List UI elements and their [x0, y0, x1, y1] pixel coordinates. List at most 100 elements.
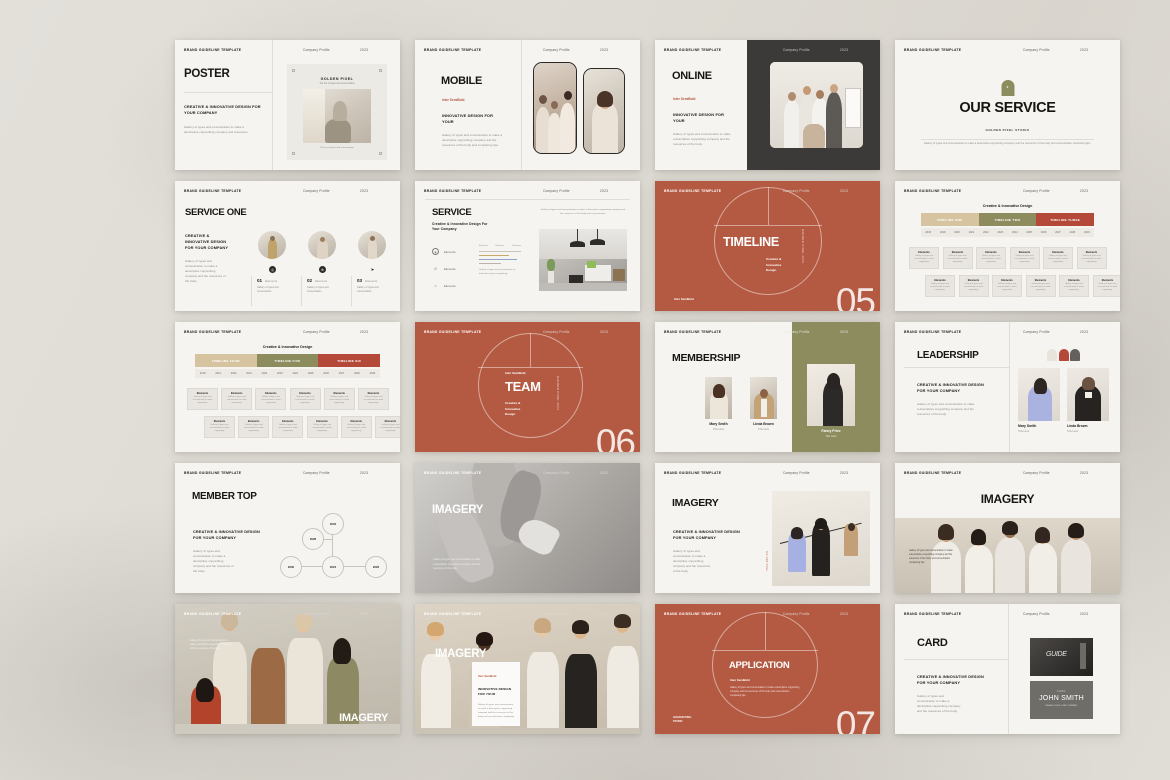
poster-image [303, 89, 371, 143]
member-card[interactable]: Linda Brown Title Here [750, 377, 777, 431]
slide-timeline[interactable]: BRAND GUIDELINE TEMPLATE Company Profile… [655, 181, 880, 311]
timeline-year: 2026 [323, 372, 329, 375]
leader-role: Title Here [1018, 429, 1030, 433]
accent-label: Inter SemiBold [442, 98, 465, 102]
company-label: Company Profile [303, 612, 330, 616]
timeline-card-row-bottom: Elements Gallery of types and concentrati… [204, 416, 400, 438]
slide-timeline-table-one[interactable]: BRAND GUIDELINE TEMPLATE Company Profile… [895, 181, 1120, 311]
page-title: POSTER [184, 68, 230, 80]
slide-header: BRAND GUIDELINE TEMPLATE Company Profile… [664, 47, 871, 55]
brand-label: BRAND GUIDELINE TEMPLATE [424, 330, 482, 334]
year-label: 2023 [840, 330, 849, 334]
slide-header: BRAND GUIDELINE TEMPLATE Company Profile… [184, 470, 391, 478]
slide-service-one[interactable]: BRAND GUIDELINE TEMPLATE Company Profile… [175, 181, 400, 311]
background-photo [415, 604, 640, 734]
card-title: Elements [316, 419, 328, 423]
background-photo [415, 463, 640, 593]
divider-horizontal [425, 199, 630, 200]
vertical-label: GOLDEN PIXEL 2023 [801, 229, 806, 264]
brand-label: BRAND GUIDELINE TEMPLATE [184, 189, 242, 193]
company-label: Company Profile [303, 189, 330, 193]
timeline-card-row-top: Elements Gallery of types and concentrati… [187, 388, 389, 410]
timeline-year: 2018 [199, 372, 206, 375]
slide-imagery-full[interactable]: BRAND GUIDELINE TEMPLATE Company Profile… [415, 463, 640, 593]
tree-node[interactable]: 2028 [302, 528, 324, 550]
slide-team[interactable]: BRAND GUIDELINE TEMPLATE Company Profile… [415, 322, 640, 452]
slide-imagery-group[interactable]: BRAND GUIDELINE TEMPLATE Company Profile… [175, 604, 400, 734]
slide-body-text: Gallery of types and concentration to ma… [185, 259, 226, 284]
slide-mobile[interactable]: BRAND GUIDELINE TEMPLATE Company Profile… [415, 40, 640, 170]
slide-timeline-table-two[interactable]: BRAND GUIDELINE TEMPLATE Company Profile… [175, 322, 400, 452]
timeline-band[interactable]: TIMELINE SIX [318, 354, 381, 367]
divider-horizontal [904, 659, 1008, 660]
service-row[interactable]: ◈ Elements [432, 248, 456, 255]
service-row[interactable]: ☺ Elements [432, 265, 455, 272]
brand-label: BRAND GUIDELINE TEMPLATE [904, 189, 962, 193]
slide-our-service[interactable]: BRAND GUIDELINE TEMPLATE Company Profile… [895, 40, 1120, 170]
brand-label: BRAND GUIDELINE TEMPLATE [424, 189, 482, 193]
card-title: Elements [282, 419, 294, 423]
leader-card[interactable]: Linda Brown Title Here [1067, 368, 1109, 433]
tree-node[interactable]: 2023 [322, 513, 344, 535]
slide-header: BRAND GUIDELINE TEMPLATE Company Profile… [904, 47, 1111, 55]
service-row[interactable]: ○ Elements [432, 282, 455, 289]
tree-node[interactable]: 2030 [280, 556, 302, 578]
service-caption: Gallery of types and concentration to ma… [540, 209, 626, 215]
timeline-year: 2021 [968, 231, 975, 234]
company-label: Company Profile [783, 471, 810, 475]
brand-label: BRAND GUIDELINE TEMPLATE [184, 612, 242, 616]
imagery-photo [772, 491, 870, 586]
poster-artwork-card: GOLDEN PIXEL The fun of types and concen… [287, 64, 387, 160]
member-role: Title Here [757, 427, 770, 431]
member-card[interactable]: Mary Smith Title Here [705, 377, 732, 431]
page-title: SERVICE ONE [185, 207, 247, 218]
stat-bar [479, 259, 517, 260]
slide-application[interactable]: BRAND GUIDELINE TEMPLATE Company Profile… [655, 604, 880, 734]
leader-photo [1067, 368, 1109, 421]
timeline-band[interactable]: TIMELINE TWO [978, 213, 1037, 226]
slide-imagery-split[interactable]: BRAND GUIDELINE TEMPLATE Company Profile… [655, 463, 880, 593]
timeline-year: 2021 [246, 372, 252, 375]
year-label: 2023 [600, 612, 609, 616]
card-body: Gallery of types and concentration to ma… [1030, 283, 1051, 292]
slide-subheading: CREATIVE & INNOVATIVE DESIGN FOR YOUR CO… [673, 529, 740, 541]
member-card-featured[interactable]: Fanny Price Title Here [807, 364, 855, 438]
slide-header: BRAND GUIDELINE TEMPLATE Company Profile… [424, 611, 631, 619]
slide-online[interactable]: BRAND GUIDELINE TEMPLATE Company Profile… [655, 40, 880, 170]
card-title: Elements [333, 391, 346, 395]
decorative-line [714, 225, 822, 226]
timeline-band[interactable]: TIMELINE FIVE [256, 354, 319, 367]
company-label: Company Profile [1023, 471, 1050, 475]
timeline-band[interactable]: TIMELINE THREE [1036, 213, 1095, 226]
slide-card[interactable]: BRAND GUIDELINE TEMPLATE Company Profile… [895, 604, 1120, 734]
slide-service[interactable]: BRAND GUIDELINE TEMPLATE Company Profile… [415, 181, 640, 311]
slide-membership[interactable]: BRAND GUIDELINE TEMPLATE Company Profile… [655, 322, 880, 452]
leader-card[interactable]: Mary Smith Title Here [1018, 368, 1060, 433]
timeline-year-row: 2018 2019 2020 2021 2022 2023 2024 2025 … [195, 369, 380, 378]
decorative-line [712, 650, 818, 651]
timeline-band[interactable]: TIMELINE ONE [921, 213, 979, 226]
phone-mockup-1 [533, 62, 577, 154]
leader-name: Linda Brown [1067, 424, 1088, 428]
slide-subheading: Creative & Innovative Design For Your Co… [432, 222, 488, 232]
slide-member-top[interactable]: BRAND GUIDELINE TEMPLATE Company Profile… [175, 463, 400, 593]
page-title: TEAM [505, 379, 541, 394]
tree-node[interactable]: 2026 [365, 556, 387, 578]
decorative-line [768, 187, 769, 225]
tree-node[interactable]: 2024 [322, 556, 344, 578]
service-desc: Gallery of types and concentration [257, 287, 279, 294]
timeline-band[interactable]: TIMELINE FOUR [195, 354, 257, 367]
year-label: 2023 [1080, 471, 1089, 475]
target-icon: ◎ [269, 266, 276, 273]
slide-imagery-banner[interactable]: BRAND GUIDELINE TEMPLATE Company Profile… [895, 463, 1120, 593]
company-label: Company Profile [543, 471, 570, 475]
page-title: MEMBER TOP [192, 491, 257, 502]
slide-body-text: Gallery of types and concentration to ma… [730, 687, 800, 698]
tagline-line: Creative & [505, 401, 521, 405]
service-photo [358, 231, 386, 259]
divider-vertical [1008, 604, 1009, 734]
slide-poster[interactable]: BRAND GUIDELINE TEMPLATE Company Profile… [175, 40, 400, 170]
slide-leadership[interactable]: BRAND GUIDELINE TEMPLATE Company Profile… [895, 322, 1120, 452]
slide-number: 07 [835, 704, 876, 734]
slide-imagery-card[interactable]: BRAND GUIDELINE TEMPLATE Company Profile… [415, 604, 640, 734]
